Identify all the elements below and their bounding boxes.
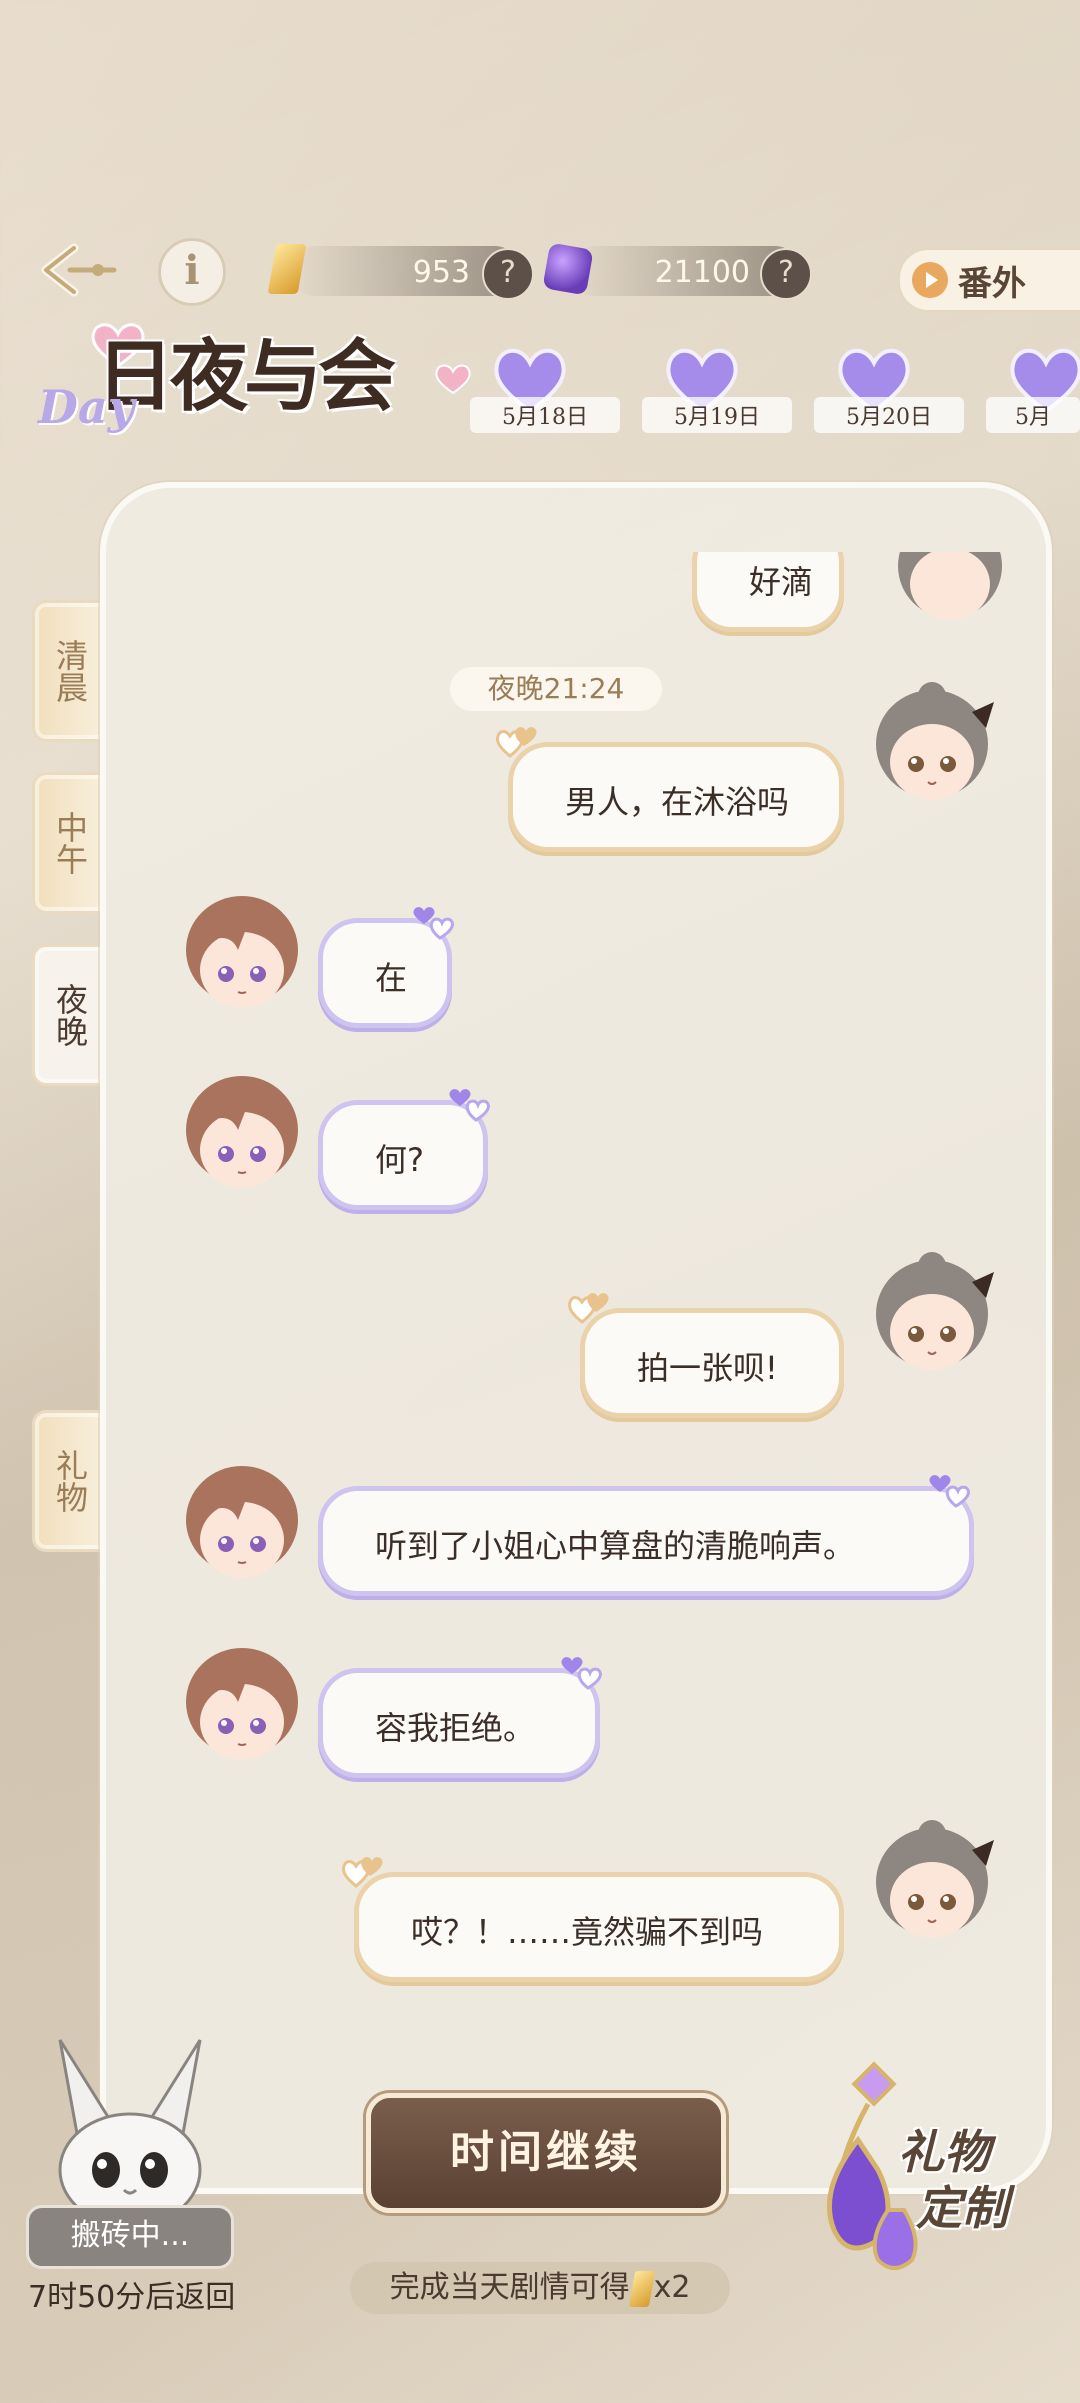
- pet-return-time: 7时50分后返回: [28, 2280, 236, 2315]
- title-main: 日夜与会: [96, 331, 396, 422]
- chat-bubble-right: 好滴: [692, 552, 844, 632]
- extra-story-label: 番外: [958, 264, 1026, 304]
- chat-bubble-left: 听到了小姐心中算盘的清脆响声。: [318, 1486, 974, 1596]
- title-sub: Day: [38, 380, 135, 434]
- date-tab[interactable]: 5月20日: [814, 345, 964, 435]
- chat-bubble-right: 男人，在沐浴吗: [508, 742, 844, 852]
- info-button[interactable]: i: [158, 238, 226, 306]
- play-icon: [912, 262, 948, 298]
- avatar-hero: [186, 1466, 298, 1578]
- avatar-heroine: [876, 1252, 994, 1370]
- purple-gem-icon: [542, 242, 594, 296]
- heart-icon: [568, 1293, 609, 1324]
- heart-icon: [929, 1475, 970, 1508]
- gem-help-icon[interactable]: ?: [760, 248, 812, 300]
- gift-label-line1: 礼物: [898, 2125, 990, 2179]
- heart-icon: [561, 1657, 602, 1690]
- date-tab[interactable]: 5月19日: [642, 345, 792, 435]
- tab-noon[interactable]: 中午: [32, 772, 105, 914]
- gem-value: 21100: [654, 255, 750, 290]
- event-title: 日夜与会 Day: [38, 300, 471, 450]
- tab-night[interactable]: 夜晚: [32, 944, 105, 1086]
- gift-custom-label[interactable]: 礼物 定制: [898, 2124, 1008, 2236]
- tab-morning[interactable]: 清晨: [32, 600, 105, 742]
- avatar-hero: [186, 1076, 298, 1188]
- chat-clip: 好滴: [100, 552, 1040, 652]
- avatar-heroine: [898, 552, 1002, 620]
- heart-icon: [496, 727, 537, 758]
- heart-icon: [342, 1857, 383, 1888]
- reward-suffix: x2: [653, 2270, 691, 2305]
- avatar-heroine: [876, 1820, 994, 1938]
- date-label: 5月20日: [814, 397, 964, 433]
- heart-icon: [435, 364, 471, 395]
- avatar-heroine: [876, 682, 994, 800]
- gold-help-icon[interactable]: ?: [482, 248, 534, 300]
- gold-value: 953: [412, 255, 470, 290]
- date-label: 5月19日: [642, 397, 792, 433]
- tab-gift[interactable]: 礼物: [32, 1410, 105, 1552]
- chat-bubble-right: 拍一张呗!: [580, 1308, 844, 1418]
- date-tab[interactable]: 5月18日: [470, 345, 620, 435]
- heart-icon: [449, 1089, 490, 1122]
- chat-bubble-right: 哎？！……竟然骗不到吗: [354, 1872, 844, 1982]
- date-label: 5月18日: [470, 397, 620, 433]
- pet-status-badge: 搬砖中...: [26, 2205, 234, 2269]
- gold-crystal-icon: [628, 2270, 655, 2307]
- gift-label-line2: 定制: [916, 2181, 1008, 2235]
- time-chip: 夜晚21:24: [450, 667, 662, 711]
- avatar-hero: [186, 896, 298, 1008]
- date-label: 5月: [986, 397, 1080, 433]
- date-tab[interactable]: 5月: [986, 345, 1080, 435]
- continue-time-button[interactable]: 时间继续: [366, 2093, 726, 2213]
- reward-info: 完成当天剧情可得 x2: [350, 2262, 730, 2314]
- avatar-hero: [186, 1648, 298, 1760]
- reward-prefix: 完成当天剧情可得: [389, 2270, 630, 2305]
- back-arrow-icon[interactable]: [40, 240, 120, 300]
- bunny-pet-icon[interactable]: [40, 2030, 220, 2230]
- heart-icon: [413, 907, 454, 940]
